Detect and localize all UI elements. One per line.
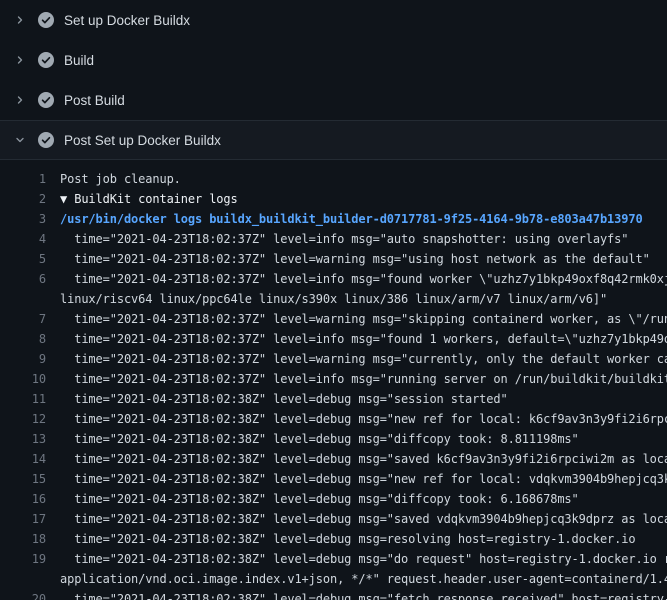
step-title: Post Set up Docker Buildx	[64, 133, 221, 148]
log-line-number[interactable]: 15	[0, 469, 52, 489]
chevron-icon[interactable]	[13, 53, 27, 67]
step-section-header[interactable]: Build	[0, 40, 667, 80]
log-line: 11 time="2021-04-23T18:02:38Z" level=deb…	[0, 389, 667, 409]
log-line: 12 time="2021-04-23T18:02:38Z" level=deb…	[0, 409, 667, 429]
log-line-number[interactable]: 3	[0, 209, 52, 229]
step-section-header[interactable]: Post Build	[0, 80, 667, 120]
log-line-number[interactable]: 6	[0, 269, 52, 289]
step-title: Post Build	[64, 93, 125, 108]
actions-log-viewer: Set up Docker Buildx Build P	[0, 0, 667, 600]
log-line-text: time="2021-04-23T18:02:37Z" level=info m…	[52, 329, 667, 349]
log-line-text: time="2021-04-23T18:02:38Z" level=debug …	[52, 529, 667, 549]
log-line-number[interactable]: 7	[0, 309, 52, 329]
log-line-text: time="2021-04-23T18:02:37Z" level=warnin…	[52, 309, 667, 329]
log-line: application/vnd.oci.image.index.v1+json,…	[0, 569, 667, 589]
log-line-text: time="2021-04-23T18:02:38Z" level=debug …	[52, 549, 667, 569]
log-line: 17 time="2021-04-23T18:02:38Z" level=deb…	[0, 509, 667, 529]
log-line-text: time="2021-04-23T18:02:38Z" level=debug …	[52, 389, 667, 409]
log-line: 16 time="2021-04-23T18:02:38Z" level=deb…	[0, 489, 667, 509]
log-line: 15 time="2021-04-23T18:02:38Z" level=deb…	[0, 469, 667, 489]
log-line-number[interactable]: 16	[0, 489, 52, 509]
log-line-number[interactable]: 14	[0, 449, 52, 469]
check-circle-icon	[38, 92, 54, 108]
log-line: 13 time="2021-04-23T18:02:38Z" level=deb…	[0, 429, 667, 449]
log-line: 10 time="2021-04-23T18:02:37Z" level=inf…	[0, 369, 667, 389]
log-line-number[interactable]: 12	[0, 409, 52, 429]
log-line: 3 /usr/bin/docker logs buildx_buildkit_b…	[0, 209, 667, 229]
log-line: 5 time="2021-04-23T18:02:37Z" level=warn…	[0, 249, 667, 269]
log-line: 14 time="2021-04-23T18:02:38Z" level=deb…	[0, 449, 667, 469]
log-line-text: time="2021-04-23T18:02:38Z" level=debug …	[52, 429, 667, 449]
log-line: 1 Post job cleanup.	[0, 169, 667, 189]
chevron-icon[interactable]	[13, 13, 27, 27]
log-line: 7 time="2021-04-23T18:02:37Z" level=warn…	[0, 309, 667, 329]
log-line-number[interactable]: 11	[0, 389, 52, 409]
log-line-text: time="2021-04-23T18:02:38Z" level=debug …	[52, 589, 667, 600]
log-line: 18 time="2021-04-23T18:02:38Z" level=deb…	[0, 529, 667, 549]
log-line-text: time="2021-04-23T18:02:37Z" level=info m…	[52, 229, 667, 249]
log-line: 2 ▼ BuildKit container logs	[0, 189, 667, 209]
log-line-number[interactable]: 13	[0, 429, 52, 449]
log-line-text: time="2021-04-23T18:02:37Z" level=info m…	[52, 369, 667, 389]
log-line-number[interactable]	[0, 289, 52, 309]
chevron-icon[interactable]	[13, 133, 27, 147]
log-line: linux/riscv64 linux/ppc64le linux/s390x …	[0, 289, 667, 309]
log-line-text: application/vnd.oci.image.index.v1+json,…	[52, 569, 667, 589]
log-line-number[interactable]: 18	[0, 529, 52, 549]
log-line-number[interactable]	[0, 569, 52, 589]
log-line-text: time="2021-04-23T18:02:38Z" level=debug …	[52, 469, 667, 489]
log-line: 20 time="2021-04-23T18:02:38Z" level=deb…	[0, 589, 667, 600]
log-line: 8 time="2021-04-23T18:02:37Z" level=info…	[0, 329, 667, 349]
log-line-text: Post job cleanup.	[52, 169, 667, 189]
log-area: 1 Post job cleanup. 2 ▼ BuildKit contain…	[0, 160, 667, 600]
step-section-header[interactable]: Set up Docker Buildx	[0, 0, 667, 40]
log-line-text: /usr/bin/docker logs buildx_buildkit_bui…	[52, 209, 667, 229]
log-line-text: time="2021-04-23T18:02:38Z" level=debug …	[52, 449, 667, 469]
log-line-number[interactable]: 1	[0, 169, 52, 189]
log-line-number[interactable]: 5	[0, 249, 52, 269]
log-line-text: time="2021-04-23T18:02:38Z" level=debug …	[52, 509, 667, 529]
log-line-number[interactable]: 17	[0, 509, 52, 529]
log-line-number[interactable]: 19	[0, 549, 52, 569]
log-line: 9 time="2021-04-23T18:02:37Z" level=warn…	[0, 349, 667, 369]
log-line: 6 time="2021-04-23T18:02:37Z" level=info…	[0, 269, 667, 289]
log-line-number[interactable]: 4	[0, 229, 52, 249]
log-line-number[interactable]: 2	[0, 189, 52, 209]
step-title: Set up Docker Buildx	[64, 13, 190, 28]
log-line-text: time="2021-04-23T18:02:38Z" level=debug …	[52, 489, 667, 509]
chevron-icon[interactable]	[13, 93, 27, 107]
log-line-number[interactable]: 20	[0, 589, 52, 600]
log-line-text: time="2021-04-23T18:02:37Z" level=info m…	[52, 269, 667, 289]
log-line: 4 time="2021-04-23T18:02:37Z" level=info…	[0, 229, 667, 249]
check-circle-icon	[38, 52, 54, 68]
log-line-text: time="2021-04-23T18:02:38Z" level=debug …	[52, 409, 667, 429]
log-line: 19 time="2021-04-23T18:02:38Z" level=deb…	[0, 549, 667, 569]
group-collapse-icon[interactable]: ▼	[60, 192, 74, 206]
log-line-text: time="2021-04-23T18:02:37Z" level=warnin…	[52, 349, 667, 369]
check-circle-icon	[38, 12, 54, 28]
step-title: Build	[64, 53, 94, 68]
log-line-number[interactable]: 10	[0, 369, 52, 389]
check-circle-icon	[38, 132, 54, 148]
log-line-text: time="2021-04-23T18:02:37Z" level=warnin…	[52, 249, 667, 269]
log-line-number[interactable]: 9	[0, 349, 52, 369]
steps-list: Set up Docker Buildx Build P	[0, 0, 667, 160]
log-line-number[interactable]: 8	[0, 329, 52, 349]
log-line-text: ▼ BuildKit container logs	[52, 189, 667, 209]
step-section-header[interactable]: Post Set up Docker Buildx	[0, 120, 667, 160]
log-line-text: linux/riscv64 linux/ppc64le linux/s390x …	[52, 289, 667, 309]
